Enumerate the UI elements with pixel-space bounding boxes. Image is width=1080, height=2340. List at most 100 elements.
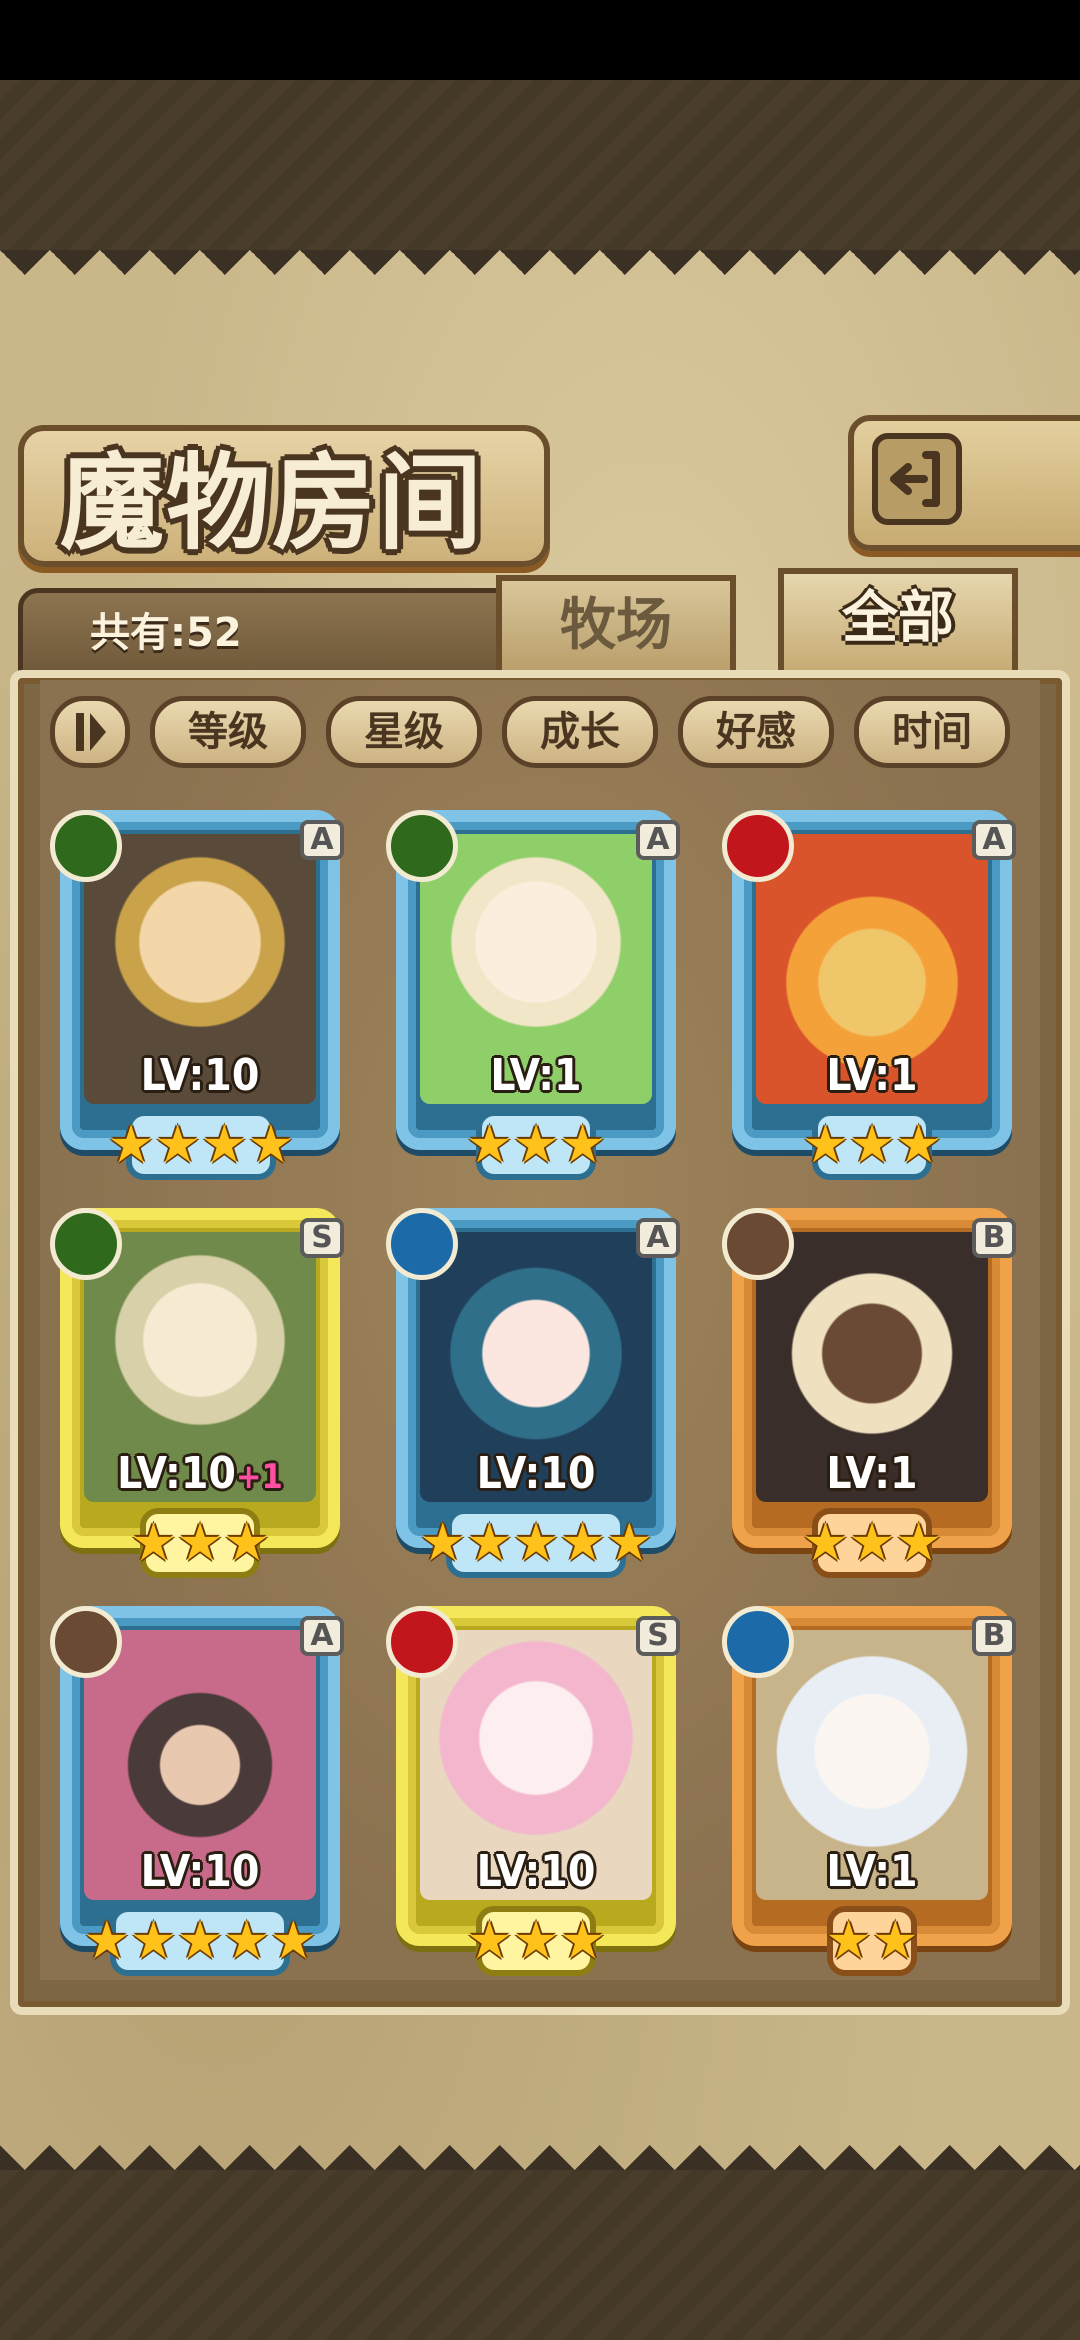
- star-icon: ★: [247, 1115, 295, 1175]
- star-icon: ★: [848, 1115, 896, 1175]
- level-label: LV:1: [722, 1846, 1022, 1897]
- star-icon: ★: [466, 1513, 513, 1573]
- star-icon: ★: [559, 1115, 606, 1175]
- rank-badge: A: [636, 1218, 680, 1258]
- fire-icon: [386, 1606, 458, 1678]
- star-icon: ★: [269, 1911, 317, 1971]
- fire-icon: [722, 810, 794, 882]
- level-value: LV:10: [140, 1846, 260, 1897]
- level-label: LV:10: [50, 1050, 350, 1101]
- rank-badge: A: [300, 820, 344, 860]
- back-button[interactable]: [848, 415, 1080, 551]
- star-icon: ★: [559, 1513, 606, 1573]
- level-label: LV:1: [722, 1448, 1022, 1499]
- rank-badge: B: [972, 1218, 1016, 1258]
- sort-by-level-button[interactable]: 等级: [150, 696, 306, 768]
- top-map-band: [0, 80, 1080, 250]
- star-icon: ★: [223, 1911, 270, 1971]
- star-icon: ★: [176, 1513, 224, 1573]
- sort-by-affection-button[interactable]: 好感: [678, 696, 834, 768]
- water-icon: [386, 1208, 458, 1280]
- star-icon: ★: [107, 1115, 155, 1175]
- star-rating: ★ ★ ★ ★ ★: [83, 1906, 317, 1976]
- rank-badge: A: [300, 1616, 344, 1656]
- star-icon: ★: [223, 1513, 270, 1573]
- tab-all[interactable]: 全部: [778, 568, 1018, 672]
- monster-count: 共有:52: [90, 610, 242, 656]
- level-value: LV:10: [140, 1050, 260, 1101]
- monster-card[interactable]: B LV:1 ★ ★: [722, 1606, 1022, 1996]
- monster-card[interactable]: S LV:10 ★ ★ ★: [386, 1606, 686, 1996]
- sort-order-toggle[interactable]: [50, 696, 130, 768]
- rank-badge: A: [972, 820, 1016, 860]
- star-icon: ★: [848, 1513, 896, 1573]
- star-rating: ★ ★ ★: [466, 1906, 606, 1976]
- star-rating: ★ ★ ★: [466, 1110, 606, 1180]
- tab-pasture[interactable]: 牧场: [496, 575, 736, 671]
- level-value: LV:1: [826, 1050, 918, 1101]
- rank-badge: S: [636, 1616, 680, 1656]
- star-icon: ★: [466, 1115, 513, 1175]
- monster-card[interactable]: A LV:10 ★ ★ ★ ★ ★: [50, 1606, 350, 1996]
- monster-card[interactable]: A LV:10 ★ ★ ★ ★ ★: [386, 1208, 686, 1598]
- sort-by-stars-button[interactable]: 星级: [326, 696, 482, 768]
- level-bonus: +1: [235, 1457, 283, 1497]
- star-icon: ★: [512, 1513, 560, 1573]
- water-icon: [722, 1606, 794, 1678]
- star-icon: ★: [512, 1115, 560, 1175]
- earth-icon: [50, 1606, 122, 1678]
- star-icon: ★: [872, 1911, 919, 1971]
- leaf-icon: [50, 1208, 122, 1280]
- rank-badge: S: [300, 1218, 344, 1258]
- star-rating: ★ ★ ★ ★ ★: [419, 1508, 653, 1578]
- back-arrow-icon: [872, 433, 962, 525]
- level-label: LV:10: [50, 1846, 350, 1897]
- monster-card[interactable]: A LV:10 ★ ★ ★ ★: [50, 810, 350, 1200]
- star-icon: ★: [802, 1115, 849, 1175]
- sort-by-time-button[interactable]: 时间: [854, 696, 1010, 768]
- monster-card[interactable]: B LV:1 ★ ★ ★: [722, 1208, 1022, 1598]
- leaf-icon: [50, 810, 122, 882]
- monster-card[interactable]: A LV:1 ★ ★ ★: [386, 810, 686, 1200]
- star-icon: ★: [802, 1513, 849, 1573]
- rank-badge: A: [636, 820, 680, 860]
- star-icon: ★: [605, 1513, 653, 1573]
- level-value: LV:1: [826, 1448, 918, 1499]
- star-icon: ★: [154, 1115, 201, 1175]
- star-rating: ★ ★ ★ ★: [108, 1110, 294, 1180]
- star-icon: ★: [130, 1513, 177, 1573]
- star-icon: ★: [130, 1911, 177, 1971]
- level-label: LV:10: [386, 1448, 686, 1499]
- leaf-icon: [386, 810, 458, 882]
- earth-icon: [722, 1208, 794, 1280]
- torn-edge-top: [0, 250, 1080, 300]
- star-icon: ★: [201, 1115, 248, 1175]
- star-rating: ★ ★ ★: [802, 1110, 942, 1180]
- star-icon: ★: [895, 1513, 942, 1573]
- star-icon: ★: [559, 1911, 606, 1971]
- star-icon: ★: [895, 1115, 942, 1175]
- star-icon: ★: [466, 1911, 513, 1971]
- level-label: LV:10+1: [50, 1448, 350, 1499]
- rank-badge: B: [972, 1616, 1016, 1656]
- sort-by-growth-button[interactable]: 成长: [502, 696, 658, 768]
- star-icon: ★: [419, 1513, 467, 1573]
- star-icon: ★: [825, 1911, 872, 1971]
- level-value: LV:10: [117, 1448, 236, 1499]
- page-title: 魔物房间: [60, 441, 485, 564]
- level-value: LV:10: [476, 1448, 596, 1499]
- star-icon: ★: [512, 1911, 560, 1971]
- star-icon: ★: [176, 1911, 224, 1971]
- level-label: LV:1: [722, 1050, 1022, 1101]
- star-rating: ★ ★ ★: [130, 1508, 270, 1578]
- sort-order-icon: [76, 713, 106, 751]
- bottom-map-band: [0, 2170, 1080, 2340]
- level-label: LV:10: [386, 1846, 686, 1897]
- star-rating: ★ ★: [825, 1906, 919, 1976]
- star-icon: ★: [83, 1911, 131, 1971]
- level-value: LV:1: [490, 1050, 582, 1101]
- level-label: LV:1: [386, 1050, 686, 1101]
- monster-card[interactable]: S LV:10+1 ★ ★ ★: [50, 1208, 350, 1598]
- torn-edge-bottom: [0, 2120, 1080, 2170]
- monster-card[interactable]: A LV:1 ★ ★ ★: [722, 810, 1022, 1200]
